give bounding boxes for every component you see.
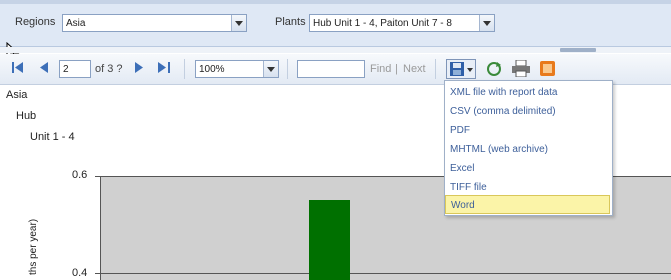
chart-y-axis — [100, 176, 101, 280]
menu-item-word[interactable]: Word — [445, 195, 610, 214]
menu-item-pdf[interactable]: PDF — [445, 121, 610, 140]
plants-value: Hub Unit 1 - 4, Paiton Unit 7 - 8 — [313, 17, 452, 29]
menu-item-mhtml[interactable]: MHTML (web archive) — [445, 140, 610, 159]
parameter-bar-top-edge — [0, 0, 671, 4]
regions-dropdown[interactable]: Asia — [62, 14, 247, 32]
first-page-icon[interactable] — [12, 62, 24, 76]
menu-item-excel[interactable]: Excel — [445, 159, 610, 178]
chevron-down-icon[interactable] — [479, 15, 494, 31]
menu-item-xml[interactable]: XML file with report data — [445, 83, 610, 102]
page-count: of 3 ? — [95, 63, 123, 75]
toolbar-separator — [435, 59, 436, 79]
chevron-down-icon — [467, 68, 473, 72]
y-axis-label: ths per year) — [28, 218, 39, 275]
export-button[interactable] — [446, 59, 476, 79]
zoom-dropdown[interactable]: 100% — [195, 60, 279, 78]
find-link[interactable]: Find — [370, 63, 391, 75]
parameter-splitter[interactable] — [0, 47, 671, 53]
find-next-link[interactable]: Next — [403, 63, 426, 75]
plants-label: Plants — [275, 16, 306, 28]
page-number-input[interactable]: 2 — [59, 60, 91, 78]
plants-dropdown[interactable]: Hub Unit 1 - 4, Paiton Unit 7 - 8 — [309, 14, 495, 32]
y-tick-label: 0.6 — [72, 169, 88, 181]
chevron-down-icon[interactable] — [263, 61, 278, 77]
group-region: Asia — [6, 89, 28, 101]
chart-bar — [309, 200, 350, 280]
parameter-bar: Regions Asia Plants Hub Unit 1 - 4, Pait… — [0, 0, 671, 47]
find-input[interactable] — [297, 60, 365, 78]
splitter-grip[interactable] — [560, 48, 596, 52]
toolbar-separator — [184, 59, 185, 79]
export-format-menu: XML file with report data CSV (comma del… — [444, 80, 613, 216]
previous-page-icon[interactable] — [40, 62, 48, 76]
regions-label: Regions — [15, 16, 56, 28]
chevron-down-icon[interactable] — [231, 15, 246, 31]
gridline-0.4 — [95, 273, 671, 274]
group-unit: Unit 1 - 4 — [30, 131, 75, 143]
find-divider: | — [395, 63, 398, 75]
zoom-value: 100% — [199, 63, 225, 75]
data-feed-icon[interactable] — [540, 61, 555, 79]
print-icon[interactable] — [512, 59, 530, 80]
group-plant: Hub — [16, 110, 37, 122]
regions-value: Asia — [66, 17, 86, 29]
refresh-icon[interactable] — [486, 61, 502, 80]
y-tick-label: 0.4 — [72, 267, 88, 279]
save-disk-icon — [450, 62, 464, 76]
menu-item-csv[interactable]: CSV (comma delimited) — [445, 102, 610, 121]
next-page-icon[interactable] — [135, 62, 143, 76]
toolbar-separator — [287, 59, 288, 79]
last-page-icon[interactable] — [158, 62, 170, 76]
